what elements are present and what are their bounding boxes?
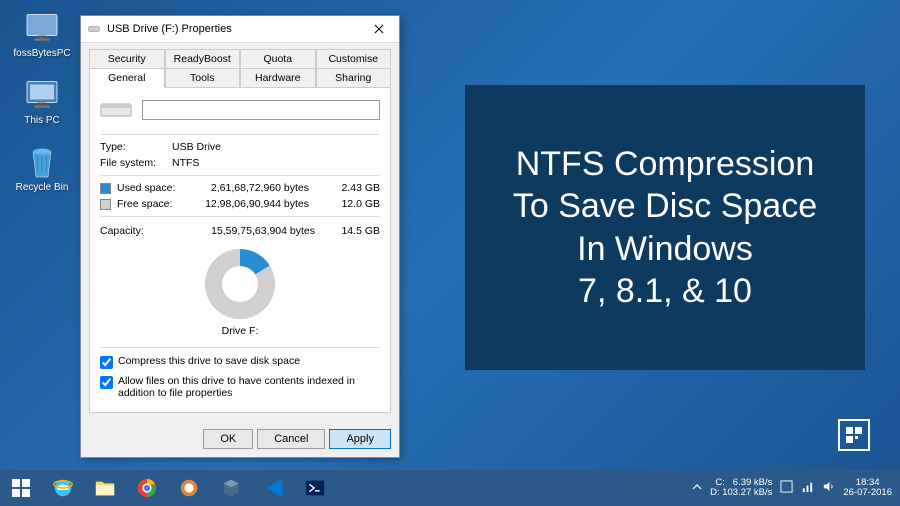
app-icon [178,477,200,499]
taskbar-powershell[interactable] [294,470,336,506]
type-value: USB Drive [172,141,380,153]
tray-clock[interactable]: 18:34 26-07-2016 [843,478,892,499]
drive-name-input[interactable] [142,100,380,120]
desktop-icon-fossbytespc[interactable]: fossBytesPC [12,10,72,59]
compress-checkbox[interactable] [100,356,113,369]
capacity-bytes: 15,59,75,63,904 bytes [188,225,330,237]
headline-line: In Windows [513,228,817,271]
tab-security[interactable]: Security [89,49,165,68]
desktop-icon-label: This PC [24,115,60,126]
tray-icon-1[interactable] [780,480,793,496]
used-space-label: Used space: [117,182,187,194]
net-c-label: C: [715,477,725,488]
tab-quota[interactable]: Quota [240,49,316,68]
index-checkbox[interactable] [100,376,113,389]
powershell-icon [304,477,326,499]
net-d-label: D: [710,487,720,498]
used-space-bytes: 2,61,68,72,960 bytes [193,182,324,194]
taskbar-app1[interactable] [168,470,210,506]
compress-checkbox-label[interactable]: Compress this drive to save disk space [118,355,300,367]
taskbar-virtualbox[interactable] [210,470,252,506]
desktop-icon-recyclebin[interactable]: Recycle Bin [12,144,72,193]
drive-icon [100,98,132,122]
taskbar-chrome[interactable] [126,470,168,506]
desktop-icon-label: Recycle Bin [16,182,69,193]
close-button[interactable] [365,20,393,38]
desktop-icon-label: fossBytesPC [13,48,70,59]
taskbar-vscode[interactable] [252,470,294,506]
windows-icon [12,479,30,497]
apply-button[interactable]: Apply [329,429,391,449]
drive-label: Drive F: [100,323,380,343]
headline-line: To Save Disc Space [513,185,817,228]
cancel-button[interactable]: Cancel [257,429,325,449]
close-icon [374,24,384,34]
tab-customise[interactable]: Customise [316,49,392,68]
free-space-label: Free space: [117,198,187,210]
recycle-bin-icon [24,144,60,180]
free-space-bytes: 12,98,06,90,944 bytes [193,198,324,210]
type-label: Type: [100,141,172,153]
drive-icon [87,22,101,36]
fossbytes-logo [838,419,870,451]
titlebar[interactable]: USB Drive (F:) Properties [81,16,399,43]
taskbar: C: 6.39 kB/s D: 103.27 kB/s 18:34 26-07-… [0,470,900,506]
capacity-label: Capacity: [100,225,188,237]
tab-general[interactable]: General [89,68,165,88]
taskbar-explorer[interactable] [84,470,126,506]
folder-icon [94,477,116,499]
tab-sharing[interactable]: Sharing [316,68,392,88]
computer-icon [24,77,60,113]
chrome-icon [136,477,158,499]
monitor-icon [24,10,60,46]
properties-dialog: USB Drive (F:) Properties Security Ready… [80,15,400,458]
ie-icon [52,477,74,499]
headline-line: 7, 8.1, & 10 [513,270,817,313]
headline-line: NTFS Compression [513,143,817,186]
tab-hardware[interactable]: Hardware [240,68,316,88]
date-value: 26-07-2016 [843,488,892,498]
window-title: USB Drive (F:) Properties [107,23,232,35]
taskbar-ie[interactable] [42,470,84,506]
used-space-swatch [100,183,111,194]
capacity-gb: 14.5 GB [330,225,380,237]
ok-button[interactable]: OK [203,429,253,449]
index-checkbox-label[interactable]: Allow files on this drive to have conten… [118,375,380,399]
headline-panel: NTFS Compression To Save Disc Space In W… [465,85,865,370]
tray-volume-icon[interactable] [822,480,835,496]
tab-readyboost[interactable]: ReadyBoost [165,49,241,68]
desktop-icon-thispc[interactable]: This PC [12,77,72,126]
start-button[interactable] [0,470,42,506]
virtualbox-icon [220,477,242,499]
free-space-gb: 12.0 GB [330,198,380,210]
free-space-swatch [100,199,111,210]
tray-up-icon[interactable] [692,482,702,495]
filesystem-value: NTFS [172,157,380,169]
disk-usage-pie [205,249,275,319]
net-up-value: 103.27 kB/s [722,487,772,498]
tab-tools[interactable]: Tools [165,68,241,88]
tray-network-icon[interactable] [801,480,814,496]
used-space-gb: 2.43 GB [330,182,380,194]
filesystem-label: File system: [100,157,172,169]
net-down-value: 6.39 kB/s [733,477,773,488]
vscode-icon [262,477,284,499]
